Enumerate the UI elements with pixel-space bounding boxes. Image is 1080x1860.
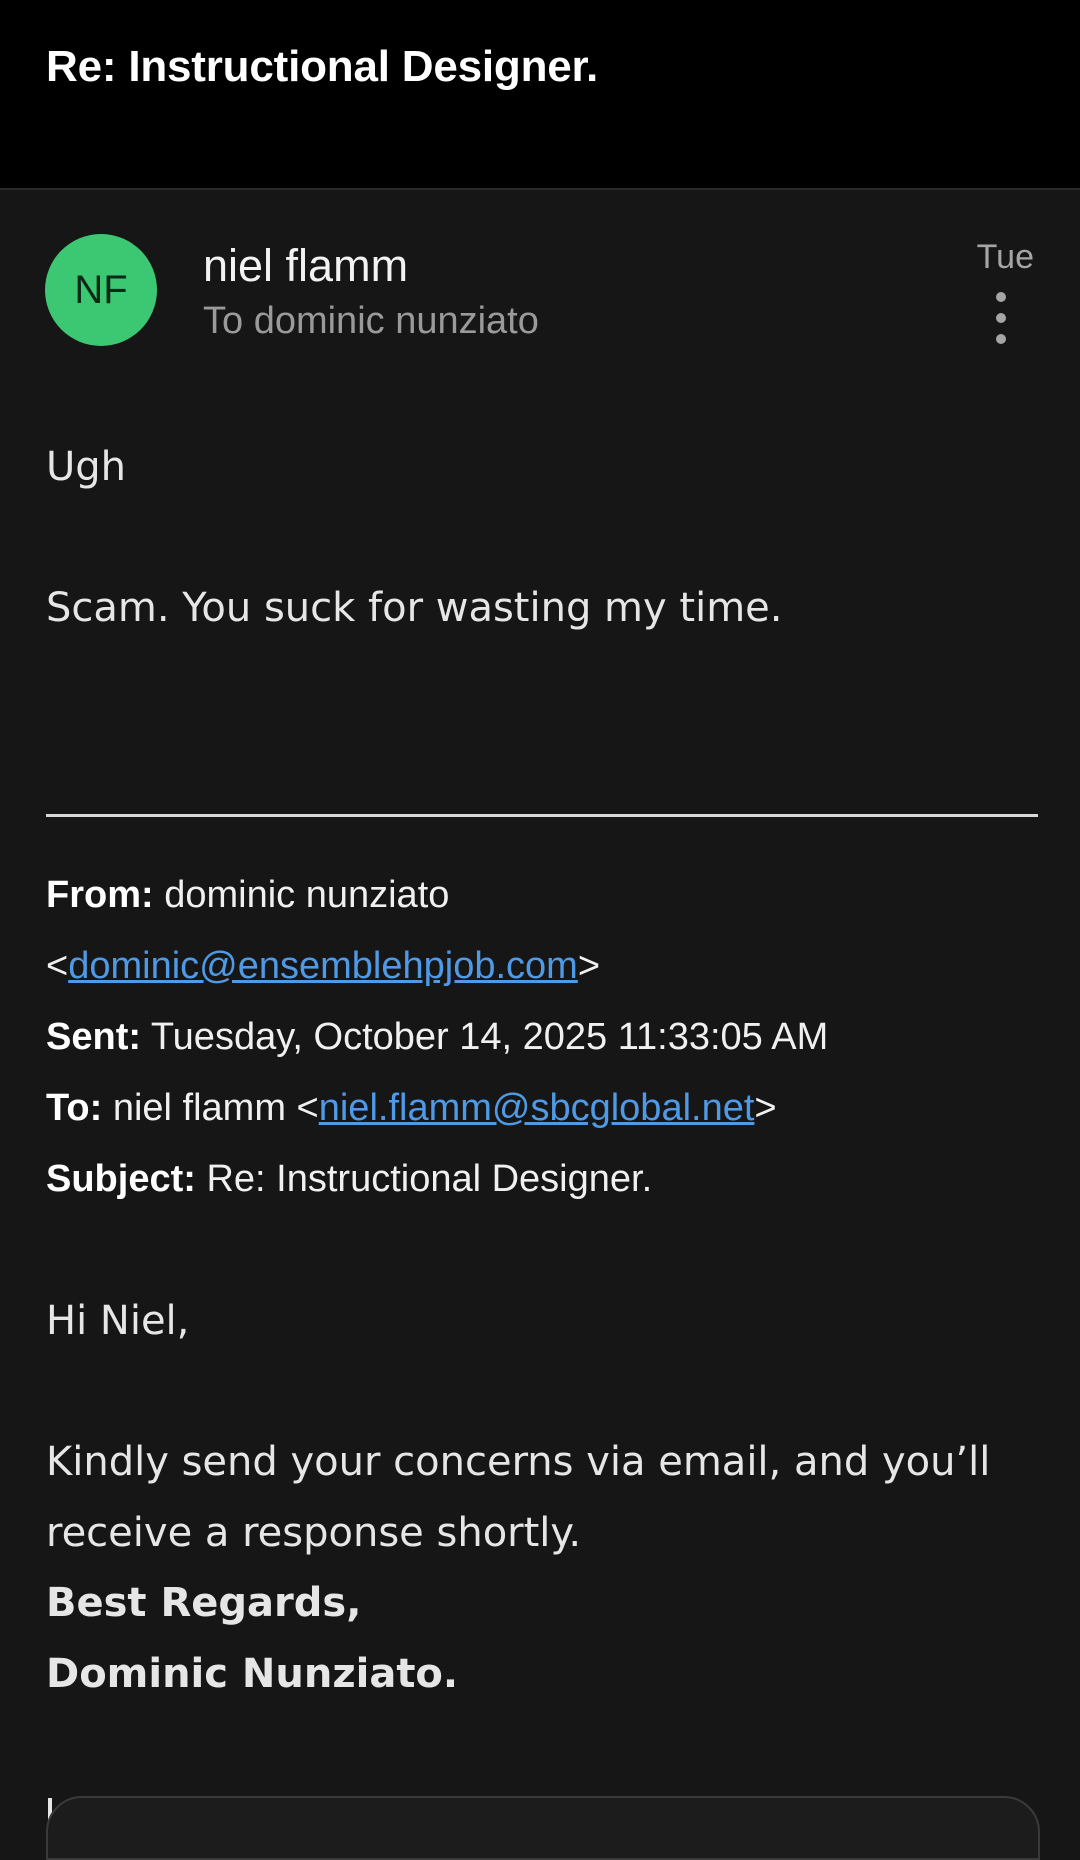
body-line-1: Ugh [46, 444, 127, 490]
from-label: From: [46, 874, 154, 916]
sender-avatar[interactable]: NF [45, 234, 157, 346]
quoted-greeting: Hi Niel, [46, 1298, 190, 1344]
message-date: Tue [976, 238, 1034, 276]
quoted-body-line-2: receive a response shortly. [46, 1510, 582, 1556]
recipient-line[interactable]: To dominic nunziato [203, 300, 539, 343]
more-vertical-icon[interactable] [986, 292, 1016, 344]
sent-value: Tuesday, October 14, 2025 11:33:05 AM [150, 1016, 829, 1058]
signature: Dominic Nunziato. [46, 1651, 459, 1697]
quote-divider [46, 814, 1038, 817]
to-label: To: [46, 1087, 103, 1129]
sender-name[interactable]: niel flamm [203, 240, 408, 292]
quoted-from-line: From: dominic nunziato [46, 874, 449, 917]
avatar-initials: NF [74, 267, 128, 312]
quoted-subject-line: Subject: Re: Instructional Designer. [46, 1158, 652, 1201]
sign-off: Best Regards, [46, 1580, 362, 1626]
app-header: Re: Instructional Designer. [0, 0, 1080, 188]
from-email-link[interactable]: dominic@ensemblehpjob.com [68, 945, 578, 987]
bottom-action-bar[interactable] [46, 1796, 1040, 1860]
to-name: niel flamm [112, 1087, 286, 1129]
quoted-from-email-line: <dominic@ensemblehpjob.com> [46, 945, 601, 987]
subject-value: Re: Instructional Designer. [206, 1158, 653, 1200]
to-email-link[interactable]: niel.flamm@sbcglobal.net [319, 1087, 755, 1129]
quoted-body-line-1: Kindly send your concerns via email, and… [46, 1439, 991, 1485]
sent-label: Sent: [46, 1016, 141, 1058]
subject-label: Subject: [46, 1158, 196, 1200]
from-name: dominic nunziato [164, 874, 450, 916]
header-divider [0, 188, 1080, 190]
email-subject-title: Re: Instructional Designer. [46, 42, 599, 91]
quoted-to-line: To: niel flamm <niel.flamm@sbcglobal.net… [46, 1087, 777, 1129]
body-line-2: Scam. You suck for wasting my time. [46, 585, 783, 631]
quoted-sent-line: Sent: Tuesday, October 14, 2025 11:33:05… [46, 1016, 828, 1059]
